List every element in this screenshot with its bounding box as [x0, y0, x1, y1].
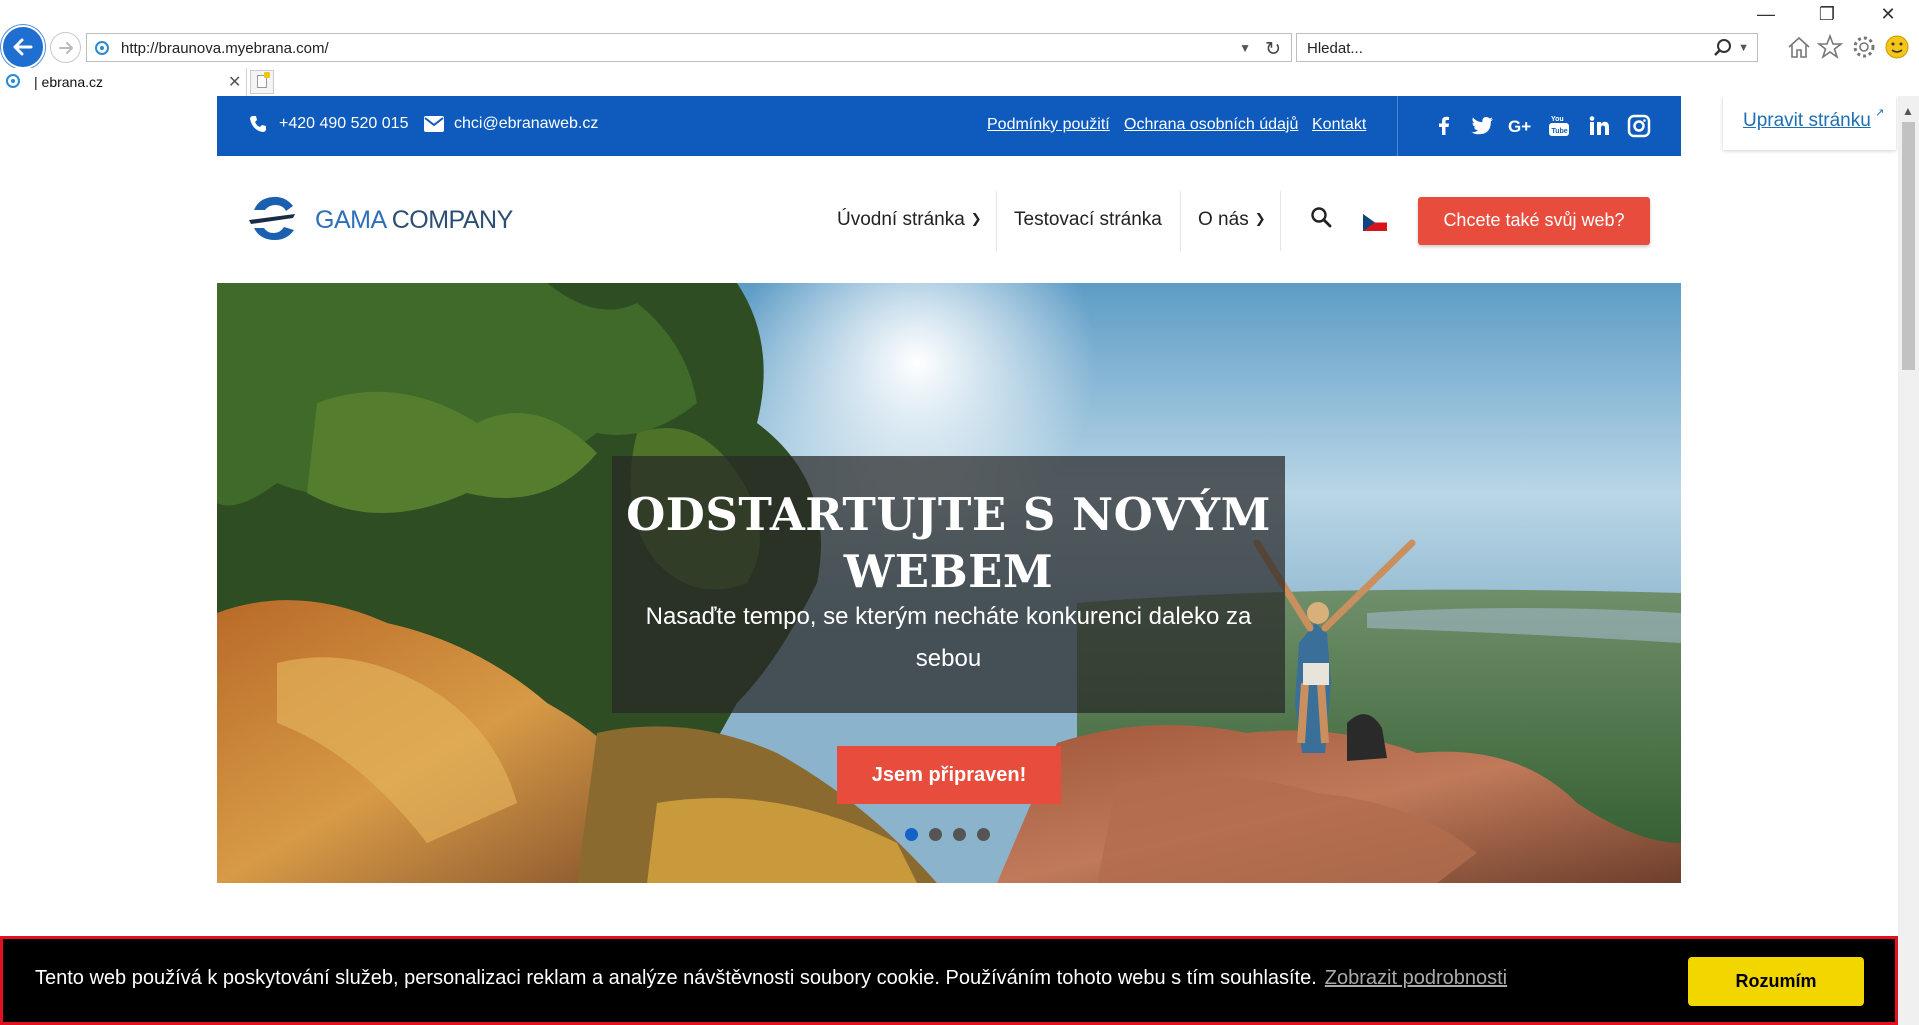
link-terms[interactable]: Podmínky použití [987, 116, 1110, 134]
chevron-down-icon: ❯ [1254, 211, 1266, 226]
nav-divider [1180, 191, 1181, 251]
back-arrow-icon [13, 38, 33, 56]
facebook-icon[interactable] [1431, 113, 1457, 139]
contact-phone[interactable]: +420 490 520 015 [279, 115, 408, 133]
new-tab-button[interactable] [250, 70, 274, 94]
tab-strip: | ebrana.cz ✕ [0, 68, 1919, 96]
slider-dot-4[interactable] [977, 828, 990, 841]
google-plus-icon[interactable]: G+ [1507, 113, 1533, 139]
minimize-icon[interactable]: — [1751, 4, 1781, 25]
nav-item-home[interactable]: Úvodní stránka ❯ [837, 209, 982, 231]
tab-close-icon[interactable]: ✕ [228, 72, 241, 92]
settings-gear-icon[interactable] [1850, 33, 1878, 61]
cookie-consent-bar: Tento web používá k poskytování služeb, … [0, 936, 1898, 1025]
linkedin-icon[interactable] [1586, 113, 1612, 139]
forward-arrow-icon [59, 42, 73, 54]
edit-page-panel: Upravit stránku ↗ [1723, 96, 1896, 150]
address-dropdown-icon[interactable]: ▼ [1239, 41, 1251, 55]
external-link-icon: ↗ [1875, 107, 1885, 119]
refresh-icon[interactable]: ↻ [1265, 38, 1281, 61]
slider-dot-1[interactable] [905, 828, 918, 841]
scrollbar-thumb[interactable] [1902, 122, 1915, 370]
feedback-smiley-icon[interactable] [1883, 33, 1911, 61]
instagram-icon[interactable] [1626, 113, 1652, 139]
search-placeholder: Hledat... [1307, 40, 1363, 57]
cookie-details-link[interactable]: Zobrazit podrobnosti [1325, 967, 1507, 989]
page-scrollbar[interactable]: ▲ [1898, 96, 1919, 1025]
hero-slider: ODSTARTUJTE S NOVÝM WEBEM Nasaďte tempo,… [217, 283, 1681, 883]
edit-page-link[interactable]: Upravit stránku [1743, 110, 1871, 132]
svg-text:You: You [1551, 116, 1564, 123]
logo-word-gama: GAMA [315, 206, 386, 234]
tab-title: | ebrana.cz [34, 74, 104, 90]
search-icon[interactable] [1713, 38, 1733, 58]
forward-button[interactable] [50, 32, 81, 63]
cookie-text: Tento web používá k poskytování služeb, … [35, 967, 1317, 989]
cookie-message: Tento web používá k poskytování služeb, … [35, 967, 1507, 990]
site-header: GAMA COMPANY Úvodní stránka ❯ Testovací s… [217, 156, 1681, 283]
svg-text:G+: G+ [1508, 117, 1531, 136]
hero-title: ODSTARTUJTE S NOVÝM WEBEM [626, 488, 1271, 598]
hero-subtitle: Nasaďte tempo, se kterým necháte konkure… [645, 603, 1252, 672]
restore-icon[interactable]: ❐ [1812, 4, 1842, 25]
svg-text:Tube: Tube [1552, 128, 1568, 135]
nav-label-home: Úvodní stránka [837, 209, 965, 230]
search-dropdown-icon[interactable]: ▼ [1738, 42, 1749, 54]
browser-tab[interactable]: | ebrana.cz ✕ [0, 68, 247, 96]
gama-logo-icon [249, 196, 295, 240]
hero-ready-button[interactable]: Jsem připraven! [837, 746, 1061, 804]
browser-chrome: — ❐ ✕ http://braunova.myebrana.com/ ▼ ↻ … [0, 0, 1919, 96]
cta-button[interactable]: Chcete také svůj web? [1418, 197, 1650, 245]
back-button[interactable] [1, 25, 45, 69]
site-favicon-icon [95, 41, 109, 55]
new-tab-icon [257, 72, 270, 88]
logo-word-company: COMPANY [385, 206, 514, 234]
tab-favicon-icon [6, 74, 20, 88]
browser-search-input[interactable]: Hledat... ▼ [1296, 33, 1758, 62]
cookie-accept-button[interactable]: Rozumím [1688, 957, 1864, 1006]
hero-caption-box: ODSTARTUJTE S NOVÝM WEBEM Nasaďte tempo,… [612, 456, 1285, 713]
home-icon[interactable] [1785, 33, 1813, 61]
phone-icon [250, 116, 266, 132]
youtube-icon[interactable]: You Tube [1546, 113, 1572, 139]
twitter-icon[interactable] [1470, 113, 1496, 139]
link-contact[interactable]: Kontakt [1312, 116, 1366, 134]
top-contact-bar: +420 490 520 015 chci@ebranaweb.cz Podmí… [217, 96, 1681, 156]
contact-email[interactable]: chci@ebranaweb.cz [454, 115, 598, 133]
email-icon [424, 116, 444, 132]
address-bar[interactable]: http://braunova.myebrana.com/ ▼ ↻ [86, 33, 1292, 62]
nav-divider [996, 191, 997, 251]
web-page: +420 490 520 015 chci@ebranaweb.cz Podmí… [0, 96, 1898, 1025]
address-url[interactable]: http://braunova.myebrana.com/ [121, 40, 329, 57]
nav-item-test-page[interactable]: Testovací stránka [1014, 209, 1162, 231]
nav-divider [1280, 191, 1281, 251]
nav-item-about[interactable]: O nás ❯ [1198, 209, 1266, 231]
nav-label-test-page: Testovací stránka [1014, 209, 1162, 230]
logo[interactable]: GAMA COMPANY [245, 192, 525, 244]
favorites-star-icon[interactable] [1816, 33, 1844, 61]
logo-text: GAMA COMPANY [315, 206, 513, 235]
chevron-down-icon: ❯ [970, 211, 982, 226]
scroll-up-icon[interactable]: ▲ [1902, 104, 1914, 118]
nav-label-about: O nás [1198, 209, 1249, 230]
site-search-icon[interactable] [1310, 206, 1332, 228]
close-window-icon[interactable]: ✕ [1873, 4, 1903, 25]
slider-dot-3[interactable] [953, 828, 966, 841]
link-privacy[interactable]: Ochrana osobních údajů [1124, 116, 1298, 134]
czech-flag-icon[interactable] [1363, 214, 1387, 231]
slider-dot-2[interactable] [929, 828, 942, 841]
topbar-divider [1397, 96, 1398, 156]
